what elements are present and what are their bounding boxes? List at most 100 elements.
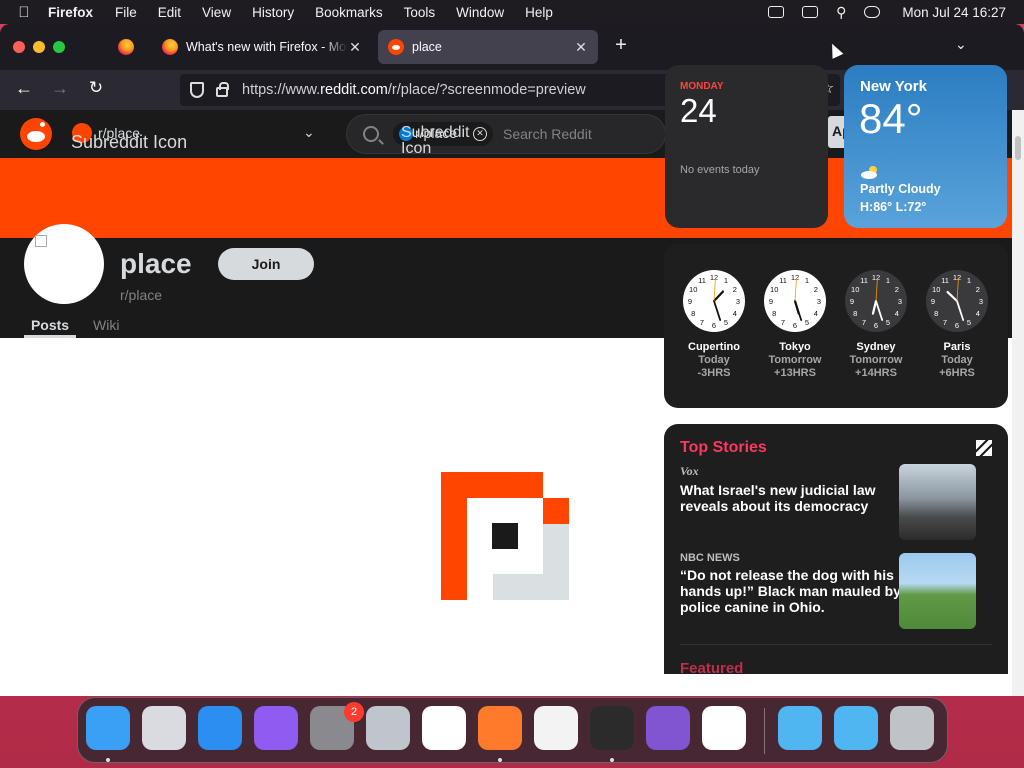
control-center-icon[interactable] — [864, 6, 881, 18]
tracking-protection-shield-icon[interactable] — [190, 82, 204, 98]
community-icon — [24, 224, 104, 304]
dock-firefox-icon[interactable] — [478, 706, 522, 750]
analog-clock-face: 1 2 3 4 5 6 7 8 9 10 11 12 — [845, 270, 907, 332]
running-indicator-dot — [498, 758, 502, 762]
clock-day: Today — [698, 354, 730, 366]
menu-view[interactable]: View — [202, 5, 231, 20]
lock-icon[interactable] — [216, 82, 229, 97]
dock-trash-icon[interactable] — [890, 706, 934, 750]
dock-launchpad-icon[interactable] — [142, 706, 186, 750]
close-chip-icon[interactable]: ✕ — [473, 127, 487, 141]
tab-whats-new[interactable]: What's new with Firefox - More ✕ — [152, 30, 372, 64]
menubar-clock[interactable]: Mon Jul 24 16:27 — [902, 5, 1006, 20]
analog-clock-face: 1 2 3 4 5 6 7 8 9 10 11 12 — [764, 270, 826, 332]
clock-numeral: 4 — [976, 309, 980, 318]
clock-numeral: 4 — [895, 309, 899, 318]
clock-numeral: 9 — [769, 297, 773, 306]
calendar-weekday: MONDAY — [680, 81, 724, 92]
windows-icon[interactable] — [802, 6, 819, 18]
tab-posts[interactable]: Posts — [24, 317, 76, 338]
sidebar-icon[interactable] — [768, 6, 785, 18]
menu-history[interactable]: History — [252, 5, 294, 20]
menu-app-name[interactable]: Firefox — [48, 5, 93, 20]
menu-edit[interactable]: Edit — [158, 5, 181, 20]
clock-tokyo: 1 2 3 4 5 6 7 8 9 10 11 12 Tokyo Tomorrow +13HRS — [755, 270, 835, 379]
menu-bookmarks[interactable]: Bookmarks — [315, 5, 383, 20]
search-box[interactable]: r/place Subreddit Icon ✕ Search Reddit — [346, 114, 666, 157]
url-domain: reddit.com — [320, 82, 388, 98]
clock-numeral: 7 — [700, 318, 704, 327]
menu-tools[interactable]: Tools — [404, 5, 436, 20]
dock-podcasts-like-icon[interactable] — [254, 706, 298, 750]
news-divider — [680, 644, 992, 645]
tab-title: What's new with Firefox - More — [186, 40, 348, 54]
clock-numeral: 4 — [733, 309, 737, 318]
clock-numeral: 7 — [781, 318, 785, 327]
menu-window[interactable]: Window — [456, 5, 504, 20]
page-scrollbar[interactable] — [1012, 110, 1024, 696]
spotlight-search-icon[interactable]: ⚲ — [836, 4, 846, 21]
analog-clock-face: 1 2 3 4 5 6 7 8 9 10 11 12 — [683, 270, 745, 332]
url-path: /r/place/?screenmode=preview — [387, 82, 586, 98]
dock-folder-icon[interactable] — [834, 706, 878, 750]
clock-offset: +6HRS — [939, 367, 975, 379]
dock-automator-icon[interactable] — [366, 706, 410, 750]
join-button[interactable]: Join — [218, 248, 314, 280]
clock-numeral: 2 — [814, 285, 818, 294]
forward-button[interactable]: → — [48, 78, 72, 99]
clock-hour-hand — [871, 299, 878, 315]
search-scope-chip[interactable]: r/place Subreddit Icon ✕ — [393, 122, 493, 157]
search-icon — [363, 126, 379, 142]
clock-numeral: 2 — [895, 285, 899, 294]
dock-safari-icon[interactable] — [198, 706, 242, 750]
dock-folder-icon[interactable] — [778, 706, 822, 750]
clock-numeral: 11 — [698, 276, 706, 285]
reddit-logo-icon[interactable] — [20, 118, 52, 150]
weather-widget[interactable]: New York 84° Partly Cloudy H:86° L:72° — [844, 65, 1007, 228]
dock-visual-studio-icon[interactable] — [646, 706, 690, 750]
chevron-down-icon[interactable]: ⌄ — [303, 124, 315, 141]
clock-numeral: 10 — [932, 285, 940, 294]
clock-numeral: 7 — [943, 318, 947, 327]
pinned-tab-firefox[interactable] — [110, 32, 142, 62]
close-tab-icon[interactable]: ✕ — [574, 39, 588, 56]
analog-clock-face: 1 2 3 4 5 6 7 8 9 10 11 12 — [926, 270, 988, 332]
close-tab-icon[interactable]: ✕ — [348, 39, 362, 56]
window-close-button[interactable] — [13, 41, 25, 53]
clock-city: Cupertino — [688, 341, 740, 353]
clock-day: Tomorrow — [768, 354, 822, 366]
clock-numeral: 10 — [851, 285, 859, 294]
window-minimize-button[interactable] — [33, 41, 45, 53]
reload-button[interactable]: ↻ — [84, 78, 108, 98]
search-input[interactable]: Search Reddit — [503, 126, 592, 142]
clock-cupertino: 1 2 3 4 5 6 7 8 9 10 11 12 Cupertino Today -3HRS — [674, 270, 754, 379]
news-widget[interactable]: Top Stories Vox What Israel's new judici… — [664, 424, 1008, 674]
tab-wiki[interactable]: Wiki — [93, 317, 119, 333]
back-button[interactable]: ← — [12, 78, 36, 99]
scrollbar-thumb[interactable] — [1015, 136, 1021, 160]
menu-help[interactable]: Help — [525, 5, 553, 20]
clock-offset: +13HRS — [774, 367, 816, 379]
calendar-widget[interactable]: MONDAY 24 No events today — [665, 65, 828, 228]
clock-numeral: 5 — [805, 318, 809, 327]
clock-city: Tokyo — [779, 341, 811, 353]
world-clock-widget[interactable]: 1 2 3 4 5 6 7 8 9 10 11 12 Cupertino Today -3HRS 12… — [664, 244, 1008, 408]
dock-freeform-icon[interactable] — [422, 706, 466, 750]
dock-terminal-icon[interactable] — [590, 706, 634, 750]
apple-menu-icon[interactable]:  — [0, 4, 48, 21]
clock-day: Tomorrow — [849, 354, 903, 366]
broken-image-icon — [35, 235, 47, 247]
url-text[interactable]: https://www.reddit.com/r/place/?screenmo… — [242, 82, 586, 98]
calendar-events: No events today — [680, 164, 760, 176]
window-zoom-button[interactable] — [53, 41, 65, 53]
dock-finder-icon[interactable] — [86, 706, 130, 750]
weather-temperature: 84° — [859, 95, 923, 142]
url-prefix: https://www. — [242, 82, 321, 98]
tab-place-active[interactable]: place ✕ — [378, 30, 598, 64]
new-tab-button[interactable]: + — [610, 34, 632, 57]
subreddit-icon-alt-text: Subreddit Icon — [71, 132, 188, 152]
list-all-tabs-chevron-icon[interactable]: ⌄ — [955, 36, 967, 53]
dock-textedit-icon[interactable] — [534, 706, 578, 750]
menu-file[interactable]: File — [115, 5, 137, 20]
dock-vs-code-icon[interactable] — [702, 706, 746, 750]
